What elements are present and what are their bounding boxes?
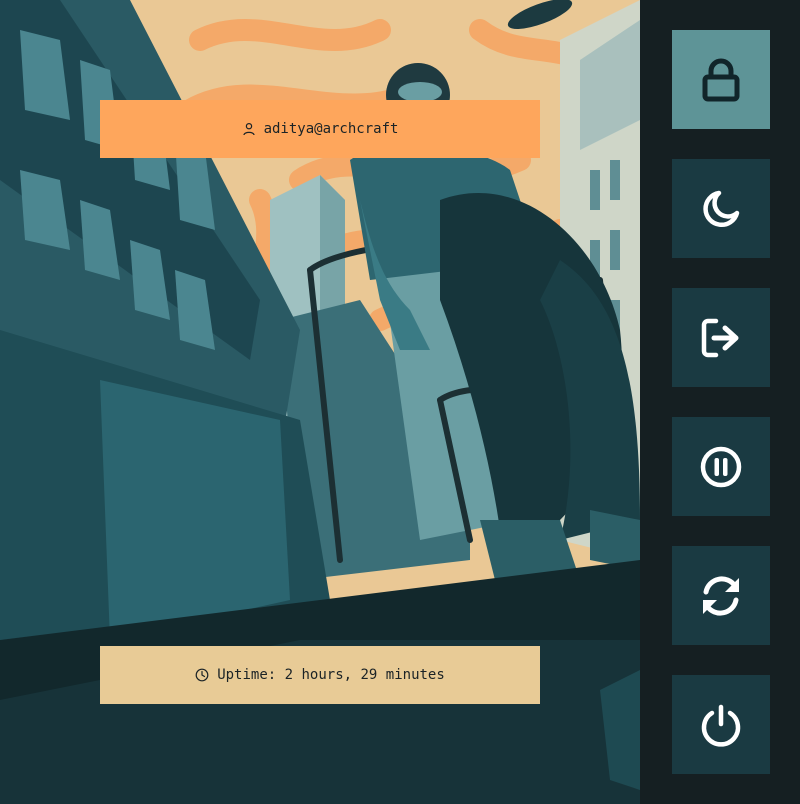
user-icon xyxy=(242,122,256,136)
clock-icon xyxy=(195,668,209,682)
moon-icon xyxy=(699,187,743,231)
pause-icon xyxy=(699,445,743,489)
uptime-label: Uptime: 2 hours, 29 minutes xyxy=(217,667,445,683)
reboot-button[interactable] xyxy=(672,546,770,645)
logout-icon xyxy=(699,316,743,360)
refresh-icon xyxy=(698,573,744,619)
user-prompt: aditya@archcraft xyxy=(100,100,540,158)
logout-button[interactable] xyxy=(672,288,770,387)
shutdown-button[interactable] xyxy=(672,675,770,774)
suspend-button[interactable] xyxy=(672,159,770,258)
power-menu-sidebar xyxy=(640,0,800,804)
hibernate-button[interactable] xyxy=(672,417,770,516)
user-label: aditya@archcraft xyxy=(263,121,399,137)
power-icon xyxy=(699,703,743,747)
uptime-prompt: Uptime: 2 hours, 29 minutes xyxy=(100,646,540,704)
lock-icon xyxy=(699,58,743,102)
lock-button[interactable] xyxy=(672,30,770,129)
